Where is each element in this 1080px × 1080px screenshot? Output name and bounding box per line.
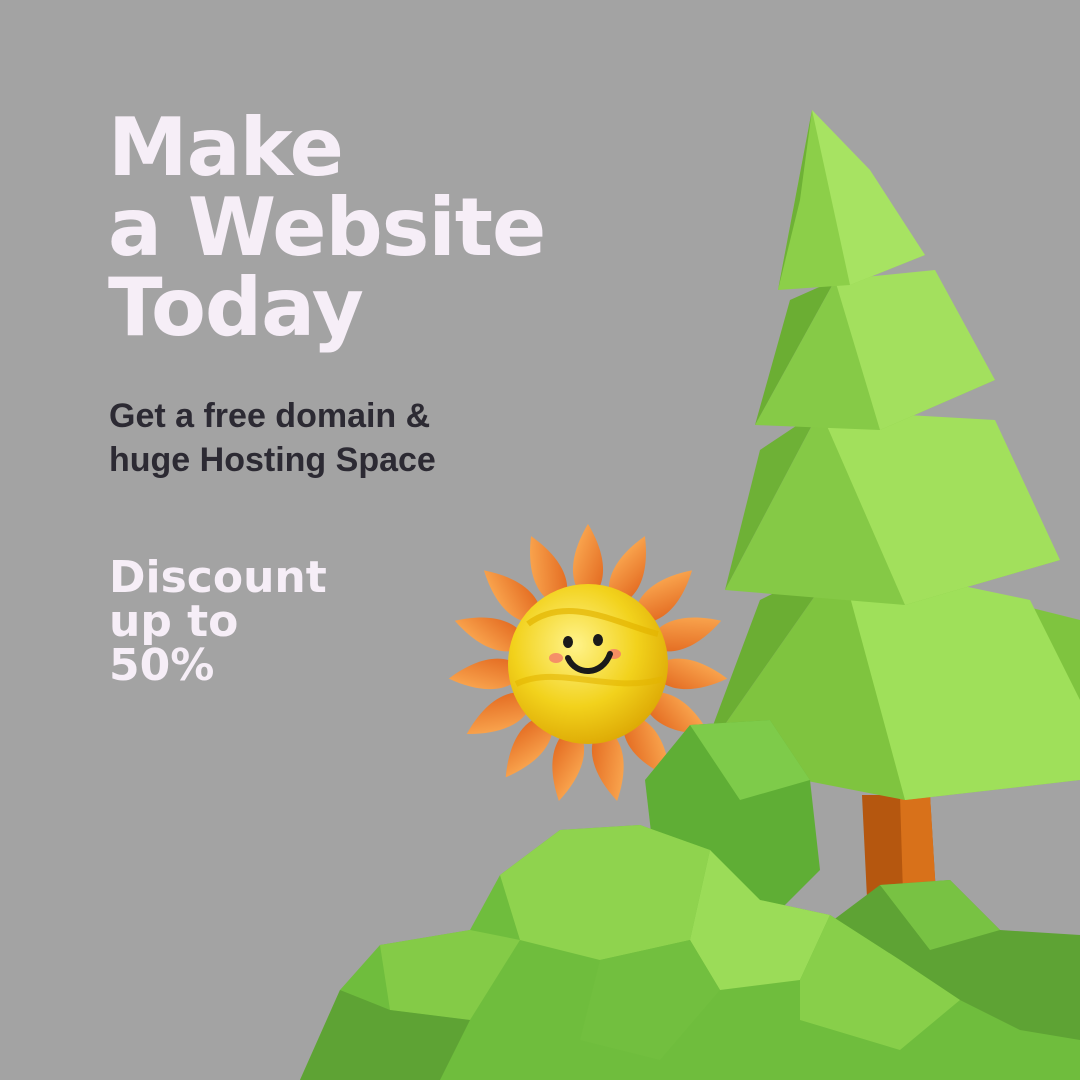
headline-line-2: a Website (108, 181, 546, 274)
subheadline-line-2: huge Hosting Space (109, 441, 436, 479)
subheadline: Get a free domain & huge Hosting Space (109, 394, 436, 482)
headline: Make a Website Today (108, 101, 546, 354)
discount-line-3: 50% (109, 640, 215, 691)
headline-line-3: Today (108, 261, 364, 354)
discount-line-2: up to (109, 596, 239, 647)
subheadline-line-1: Get a free domain & (109, 397, 431, 435)
promo-canvas: Make a Website Today Get a free domain &… (0, 0, 1080, 1080)
discount-line-1: Discount (109, 552, 327, 603)
headline-line-1: Make (108, 101, 344, 194)
discount-text: Discount up to 50% (109, 556, 327, 688)
